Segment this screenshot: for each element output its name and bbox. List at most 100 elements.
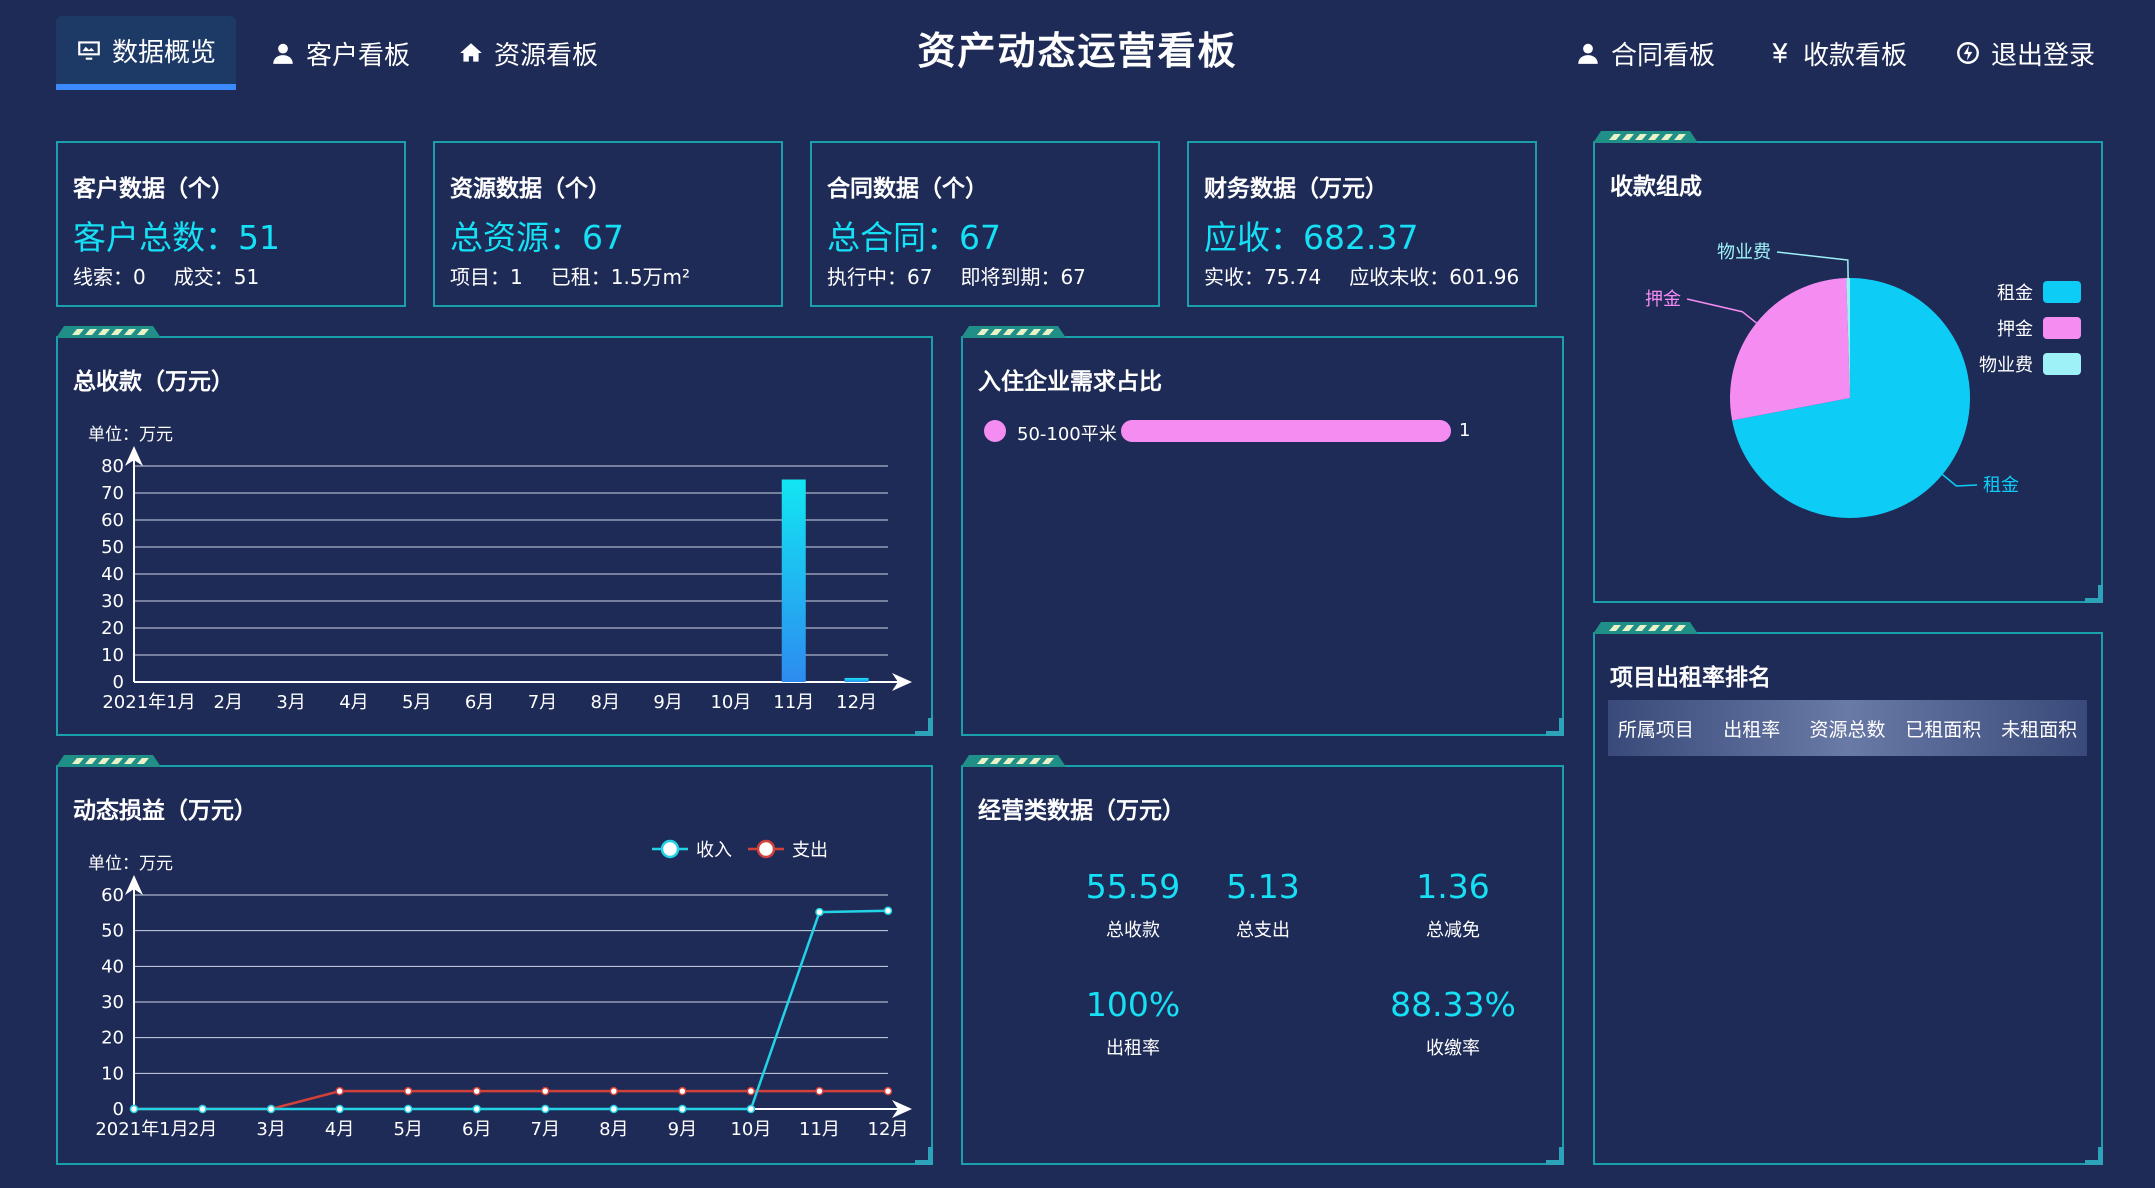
x-tick-label: 3月 [276, 692, 305, 713]
x-tick-label: 3月 [256, 1119, 285, 1140]
data-point [883, 906, 893, 915]
occupancy-table-header: 所属项目 出租率 资源总数 已租面积 未租面积 [1608, 700, 2087, 756]
panel-tab-decoration [56, 755, 161, 767]
legend-marker [660, 839, 680, 859]
y-tick-label: 50 [101, 537, 124, 558]
stat-main-value: 总资源：67 [450, 218, 624, 257]
x-tick-label: 2月 [214, 692, 243, 713]
stat-sub-value: 已租：1.5万m² [550, 265, 691, 289]
data-point [472, 1086, 481, 1096]
pie-legend-item[interactable]: 物业费 [1979, 351, 2081, 377]
pie-legend-label: 物业费 [1979, 355, 2033, 376]
pie-legend-item[interactable]: 押金 [1997, 315, 2081, 341]
table-header-cell[interactable]: 所属项目 [1608, 715, 1704, 742]
legend-marker [756, 839, 776, 859]
panel-tab-decoration [56, 326, 161, 338]
pie-legend-label: 租金 [1997, 283, 2033, 304]
kpi-collection-rate: 88.33% 收缴率 [1390, 985, 1516, 1059]
x-tick-label: 11月 [773, 692, 814, 713]
stat-sub-value: 即将到期：67 [960, 265, 1086, 289]
stat-card: 资源数据（个） 总资源：67 项目：1 已租：1.5万m² [433, 141, 783, 307]
stat-title: 客户数据（个） [73, 176, 234, 202]
data-point [403, 1086, 413, 1096]
demand-value: 1 [1459, 420, 1471, 441]
y-tick-label: 30 [101, 591, 124, 612]
panel-tab-decoration [961, 755, 1066, 767]
panel-corner [2085, 585, 2103, 603]
x-tick-label: 2021年1月 [102, 692, 195, 713]
stat-sub-value: 实收：75.74 [1204, 265, 1322, 289]
pie-leader-line [1686, 298, 1757, 324]
enterprise-demand-panel: 入住企业需求占比 50-100平米 1 [961, 326, 1564, 736]
x-tick-label: 8月 [591, 692, 620, 713]
x-tick-label: 7月 [531, 1119, 560, 1140]
stat-sub-values: 执行中：67 即将到期：67 [827, 261, 1114, 290]
y-tick-label: 20 [101, 618, 124, 639]
x-tick-label: 11月 [799, 1119, 840, 1140]
stat-card: 合同数据（个） 总合同：67 执行中：67 即将到期：67 [810, 141, 1160, 307]
bar [781, 479, 806, 682]
kpi-total-reductions: 1.36 总减免 [1416, 867, 1490, 941]
x-tick-label: 5月 [393, 1119, 422, 1140]
y-tick-label: 50 [101, 921, 124, 942]
x-tick-label: 10月 [710, 692, 751, 713]
table-header-cell[interactable]: 未租面积 [1991, 715, 2087, 742]
dynamic-pl-line-chart: 单位：万元 0 10 20 30 40 50 60 2021年1月 2月 3月 4月 5月 6月 7月 8月 9… [88, 839, 912, 1140]
panel-title: 项目出租率排名 [1610, 665, 1771, 691]
data-point [266, 1104, 276, 1114]
y-tick-label: 0 [113, 1099, 124, 1120]
y-tick-label: 0 [113, 672, 124, 693]
data-point [129, 1104, 139, 1114]
panel-tab-decoration [961, 326, 1066, 338]
pie-legend-swatch [2043, 281, 2081, 303]
data-point [335, 1104, 344, 1114]
y-tick-label: 80 [101, 456, 124, 477]
stat-sub-values: 项目：1 已租：1.5万m² [450, 261, 718, 290]
table-header-cell[interactable]: 已租面积 [1895, 715, 1991, 742]
x-tick-label: 2021年1月 [95, 1119, 188, 1140]
stat-title: 合同数据（个） [827, 176, 988, 202]
y-tick-label: 70 [101, 483, 124, 504]
y-tick-label: 30 [101, 992, 124, 1013]
stat-card: 客户数据（个） 客户总数：51 线索：0 成交：51 [56, 141, 406, 307]
x-tick-label: 12月 [836, 692, 877, 713]
data-point [746, 1104, 756, 1114]
pie-legend-label: 押金 [1997, 319, 2033, 340]
stat-sub-value: 应收未收：601.96 [1349, 265, 1520, 289]
table-header-cell[interactable]: 出租率 [1704, 715, 1800, 742]
stat-main-value: 总合同：67 [827, 218, 1001, 257]
x-tick-label: 9月 [653, 692, 682, 713]
stat-main-value: 应收：682.37 [1204, 218, 1419, 257]
panel-title: 入住企业需求占比 [978, 369, 1162, 395]
total-receipts-bar-chart: 单位：万元 0 10 20 30 40 50 60 70 80 2021年1月 2月 3月 4月 5月 6月 7… [88, 425, 912, 713]
x-tick-label: 9月 [668, 1119, 697, 1140]
stat-sub-value: 项目：1 [450, 265, 523, 289]
stat-sub-values: 实收：75.74 应收未收：601.96 [1204, 261, 1547, 290]
stat-sub-values: 线索：0 成交：51 [73, 261, 287, 290]
panel-corner [915, 1147, 933, 1165]
x-tick-label: 12月 [868, 1119, 909, 1140]
receipt-composition-panel: 收款组成 租金 押金 物业费 租金 押金 物业费 [1593, 131, 2103, 603]
pie-leader-line [1941, 473, 1978, 487]
x-tick-label: 4月 [325, 1119, 354, 1140]
data-point [541, 1086, 550, 1096]
data-point [472, 1104, 481, 1114]
data-point [746, 1086, 756, 1096]
data-point [335, 1086, 344, 1096]
demand-legend-dot [984, 420, 1006, 442]
y-tick-label: 40 [101, 956, 124, 977]
pie-slice-label: 物业费 [1717, 242, 1771, 263]
x-tick-label: 6月 [465, 692, 494, 713]
pie-legend-item[interactable]: 租金 [1997, 279, 2081, 305]
stat-sub-value: 执行中：67 [827, 265, 933, 289]
x-tick-label: 4月 [339, 692, 368, 713]
data-point [678, 1104, 687, 1114]
pie-slice [1730, 278, 1850, 421]
y-tick-label: 20 [101, 1028, 124, 1049]
y-axis-unit-label: 单位：万元 [88, 425, 173, 445]
x-tick-label: 2月 [188, 1119, 217, 1140]
operating-data-panel: 经营类数据（万元） 55.59 总收款 5.13 总支出 1.36 总减免 100% 出… [961, 755, 1564, 1165]
stat-sub-value: 成交：51 [173, 265, 260, 289]
table-header-cell[interactable]: 资源总数 [1800, 715, 1896, 742]
pie-legend-swatch [2043, 317, 2081, 339]
